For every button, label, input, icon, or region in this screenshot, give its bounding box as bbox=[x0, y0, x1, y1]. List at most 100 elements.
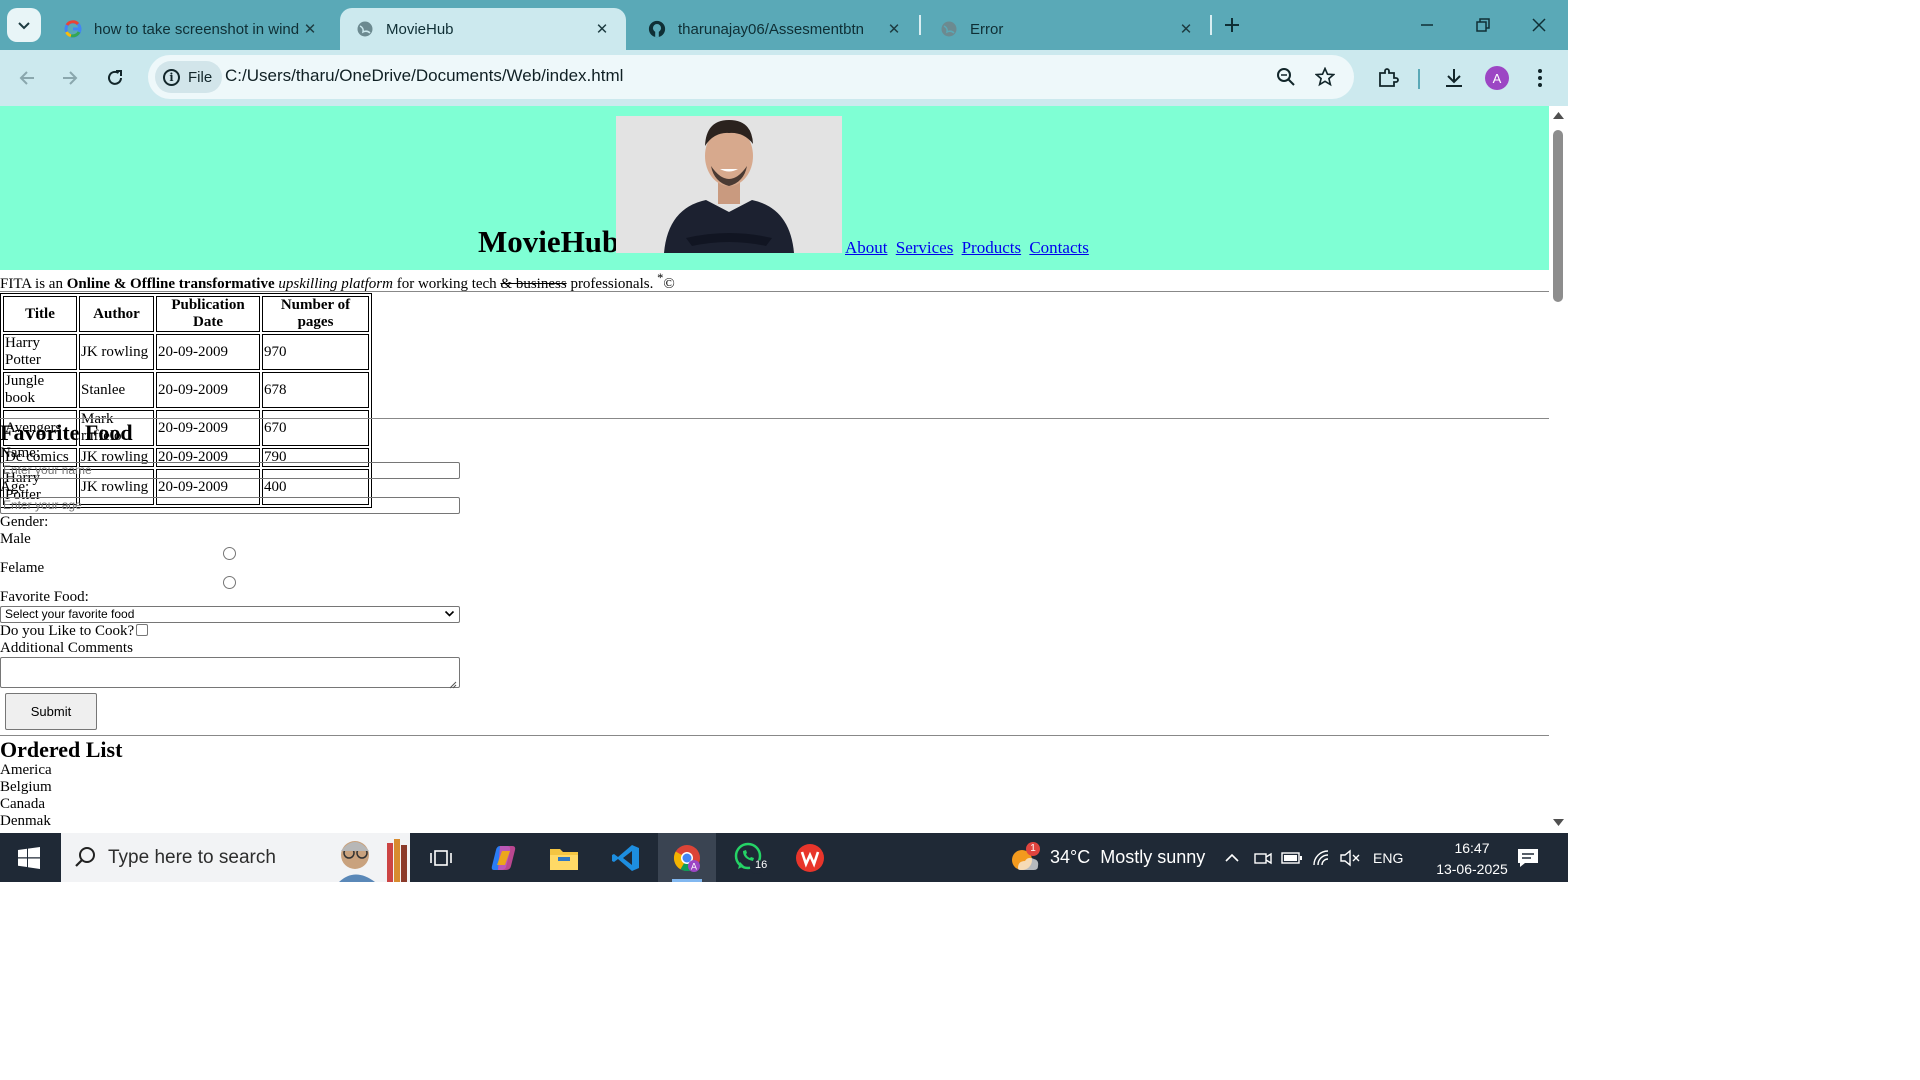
close-icon[interactable]: ✕ bbox=[592, 19, 612, 39]
nav-link-contacts[interactable]: Contacts bbox=[1029, 238, 1089, 257]
star-icon bbox=[1315, 67, 1335, 87]
taskbar-whatsapp[interactable]: 16 bbox=[720, 833, 778, 882]
scroll-up-arrow-icon[interactable] bbox=[1553, 111, 1564, 119]
scroll-down-arrow-icon[interactable] bbox=[1553, 819, 1564, 827]
list-item: Belgium bbox=[0, 779, 52, 795]
taskbar-chrome[interactable]: A bbox=[658, 833, 716, 882]
tab-title: MovieHub bbox=[386, 20, 454, 38]
bookmark-button[interactable] bbox=[1313, 65, 1337, 89]
gender-female-radio[interactable] bbox=[223, 576, 236, 589]
submit-button[interactable]: Submit bbox=[5, 693, 97, 730]
wifi-icon bbox=[1313, 849, 1329, 865]
chevron-down-icon bbox=[444, 608, 455, 623]
gender-option-male-label: Male bbox=[0, 531, 31, 547]
system-clock[interactable]: 16:47 13-06-2025 bbox=[1428, 838, 1516, 880]
new-tab-button[interactable] bbox=[1219, 12, 1245, 38]
nav-link-services[interactable]: Services bbox=[896, 238, 954, 257]
google-icon bbox=[64, 20, 82, 38]
restore-icon bbox=[1476, 18, 1490, 32]
close-icon[interactable]: ✕ bbox=[884, 19, 904, 39]
taskbar-wps-office[interactable] bbox=[781, 833, 839, 882]
taskbar-copilot[interactable] bbox=[474, 833, 532, 882]
tab-error[interactable]: Error ✕ bbox=[924, 8, 1210, 50]
favorite-food-select[interactable]: Select your favorite food bbox=[0, 606, 460, 623]
taskbar-vscode[interactable] bbox=[597, 833, 655, 882]
cell-title: Harry Potter bbox=[3, 334, 77, 370]
chevron-down-icon bbox=[18, 22, 30, 30]
network-status[interactable] bbox=[1312, 833, 1332, 882]
browser-tab-bar: how to take screenshot in wind ✕ MovieHu… bbox=[0, 0, 1568, 50]
name-input[interactable]: Enter your name bbox=[0, 462, 460, 479]
cook-question: Do you Like to Cook? bbox=[0, 623, 149, 640]
profile-avatar[interactable]: A bbox=[1485, 66, 1509, 90]
nav-link-products[interactable]: Products bbox=[962, 238, 1022, 257]
cell-pages: 970 bbox=[262, 334, 369, 370]
task-view-button[interactable] bbox=[412, 833, 470, 882]
page-scrollbar[interactable] bbox=[1549, 106, 1568, 833]
globe-icon bbox=[356, 20, 374, 38]
notifications-button[interactable] bbox=[1517, 833, 1539, 882]
start-button[interactable] bbox=[0, 833, 58, 882]
clock-time: 16:47 bbox=[1454, 840, 1490, 856]
table-row: Jungle book Stanlee 20-09-2009 678 bbox=[3, 372, 369, 408]
zoom-button[interactable] bbox=[1274, 65, 1298, 89]
reload-icon bbox=[108, 70, 122, 85]
battery-status[interactable] bbox=[1281, 833, 1303, 882]
weather-alert-badge: 1 bbox=[1026, 841, 1040, 856]
divider bbox=[0, 735, 1549, 736]
back-button[interactable] bbox=[10, 61, 44, 95]
favorite-food-label: Favorite Food: bbox=[0, 589, 89, 605]
show-hidden-icons-button[interactable] bbox=[1224, 833, 1240, 882]
volume-control[interactable] bbox=[1340, 833, 1360, 882]
extensions-button[interactable] bbox=[1371, 61, 1405, 95]
more-vert-icon bbox=[1538, 69, 1542, 87]
cook-checkbox[interactable] bbox=[136, 624, 149, 636]
arrow-left-icon bbox=[19, 71, 34, 85]
table-row: Harry Potter JK rowling 20-09-2009 970 bbox=[3, 334, 369, 370]
input-language[interactable]: ENG bbox=[1373, 833, 1403, 882]
close-window-button[interactable] bbox=[1524, 10, 1554, 40]
weather-widget[interactable]: 1 34°C Mostly sunny bbox=[1008, 833, 1205, 882]
tab-title: Error bbox=[970, 20, 1004, 38]
windows-taskbar: Type here to search A 16 1 34°C Mostly s… bbox=[0, 833, 1568, 882]
site-info-chip[interactable]: i File bbox=[155, 61, 223, 93]
windows-logo-icon bbox=[18, 846, 40, 869]
divider bbox=[0, 418, 1549, 419]
comments-label: Additional Comments bbox=[0, 640, 133, 656]
forward-button[interactable] bbox=[53, 61, 87, 95]
close-icon[interactable]: ✕ bbox=[300, 19, 320, 39]
age-input[interactable]: Enter your age bbox=[0, 497, 460, 514]
gender-male-radio[interactable] bbox=[223, 547, 236, 560]
list-item: Canada bbox=[0, 796, 45, 812]
tab-search-button[interactable] bbox=[7, 8, 41, 42]
intro-italic: upskilling platform bbox=[278, 276, 393, 292]
comments-textarea[interactable] bbox=[0, 657, 460, 689]
name-label: Name: bbox=[0, 445, 40, 461]
reload-button[interactable] bbox=[98, 61, 132, 95]
address-bar[interactable]: i File C:/Users/tharu/OneDrive/Documents… bbox=[148, 55, 1354, 99]
intro-bold: Online & Offline transformative bbox=[66, 276, 275, 292]
wps-office-icon bbox=[796, 843, 824, 872]
restore-button[interactable] bbox=[1468, 10, 1498, 40]
taskbar-file-explorer[interactable] bbox=[535, 833, 593, 882]
column-header-pages: Number of pages bbox=[262, 296, 369, 332]
task-view-icon bbox=[430, 849, 452, 866]
browser-menu-button[interactable] bbox=[1523, 61, 1557, 95]
minimize-button[interactable] bbox=[1412, 10, 1442, 40]
downloads-button[interactable] bbox=[1437, 61, 1471, 95]
site-brand-title: MovieHub bbox=[478, 224, 620, 259]
close-icon[interactable]: ✕ bbox=[1176, 19, 1196, 39]
meet-now-button[interactable] bbox=[1254, 833, 1272, 882]
tab-moviehub[interactable]: MovieHub ✕ bbox=[340, 8, 626, 50]
nav-link-about[interactable]: About bbox=[845, 238, 888, 257]
taskbar-search-box[interactable]: Type here to search bbox=[61, 833, 410, 882]
tab-google-search[interactable]: how to take screenshot in wind ✕ bbox=[48, 8, 334, 50]
scrollbar-thumb[interactable] bbox=[1553, 130, 1563, 302]
weather-sun-icon: 1 bbox=[1008, 841, 1040, 874]
column-header-title: Title bbox=[3, 296, 77, 332]
browser-toolbar: i File C:/Users/tharu/OneDrive/Documents… bbox=[0, 50, 1568, 106]
url-text[interactable]: C:/Users/tharu/OneDrive/Documents/Web/in… bbox=[225, 66, 623, 86]
site-header: MovieHub About Services Products Contact… bbox=[0, 106, 1549, 270]
resize-grip-icon[interactable] bbox=[449, 677, 457, 689]
tab-github[interactable]: tharunajay06/Assesmentbtn ✕ bbox=[632, 8, 918, 50]
